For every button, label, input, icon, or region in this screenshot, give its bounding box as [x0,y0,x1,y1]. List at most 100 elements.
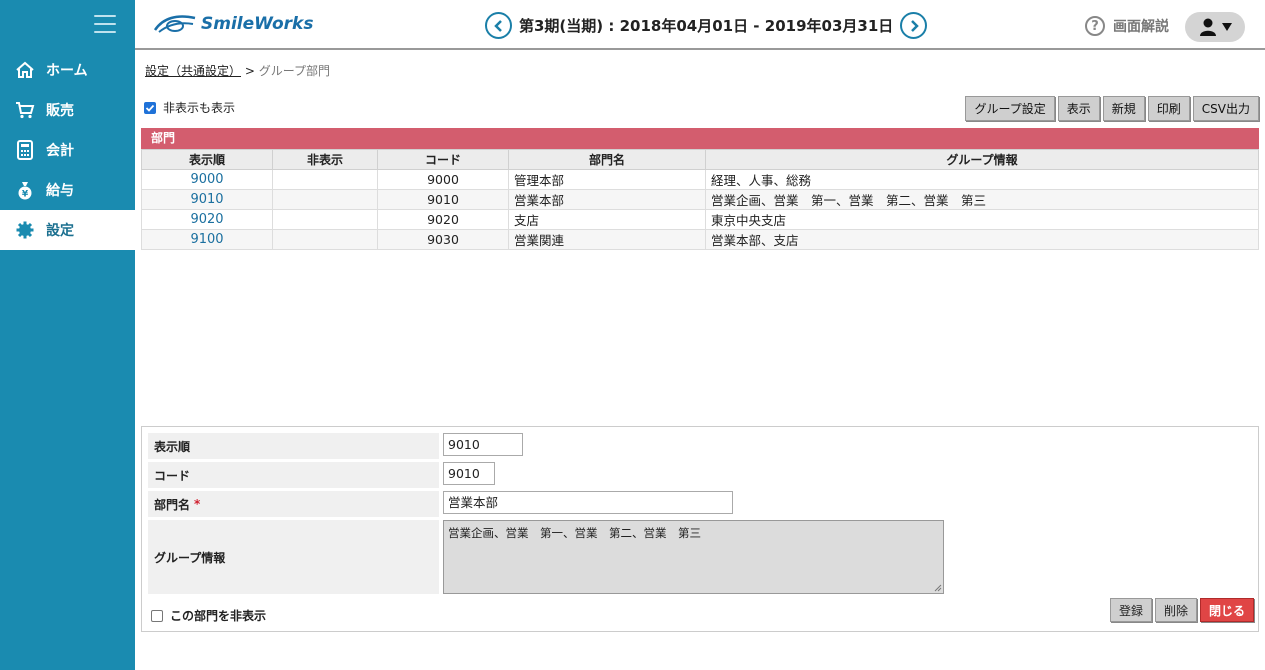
sidebar-item-label: ホーム [46,63,88,79]
sidebar-item-home[interactable]: ホーム [0,50,135,90]
sidebar-item-sales[interactable]: 販売 [0,90,135,130]
required-mark: * [194,497,201,511]
column-header-name[interactable]: 部門名 [508,149,706,170]
name-label: 部門名 [154,497,191,512]
show-hidden-toggle[interactable]: 非表示も表示 [144,99,235,116]
name-cell: 営業関連 [508,229,706,250]
section-title: 部門 [141,128,1259,149]
column-header-code[interactable]: コード [377,149,509,170]
period-label: 第3期(当期) : 2018年04月01日 - 2019年03月31日 [519,17,894,35]
new-button[interactable]: 新規 [1102,96,1145,121]
chevron-left-icon [493,19,502,32]
sidebar-item-accounting[interactable]: 会計 [0,130,135,170]
breadcrumb-parent-link[interactable]: 設定（共通設定） [145,64,241,78]
code-cell: 9020 [377,209,509,230]
logo-text: SmileWorks [201,14,314,34]
user-icon [1199,18,1216,36]
prev-period-button[interactable] [485,12,512,39]
hide-department-toggle[interactable]: この部門を非表示 [151,607,266,624]
order-link[interactable]: 9010 [141,189,273,210]
order-label: 表示順 [148,433,439,459]
period-selector: 第3期(当期) : 2018年04月01日 - 2019年03月31日 [485,12,928,39]
column-header-group[interactable]: グループ情報 [705,149,1259,170]
order-link[interactable]: 9000 [141,169,273,190]
sidebar-item-label: 給与 [46,183,74,199]
menu-icon[interactable] [94,15,116,35]
register-button[interactable]: 登録 [1109,598,1152,622]
name-input[interactable]: 営業本部 [443,491,733,514]
hidden-cell [272,189,378,210]
show-hidden-checkbox[interactable] [144,101,156,114]
help-label: 画面解説 [1113,19,1169,35]
delete-button[interactable]: 削除 [1154,598,1197,622]
group-cell: 東京中央支店 [705,209,1259,230]
name-cell: 管理本部 [508,169,706,190]
close-button[interactable]: 閉じる [1199,598,1254,622]
name-cell: 支店 [508,209,706,230]
sidebar-item-payroll[interactable]: ¥ 給与 [0,170,135,210]
order-link[interactable]: 9020 [141,209,273,230]
group-cell: 営業本部、支店 [705,229,1259,250]
sidebar-nav: ホーム 販売 会計 ¥ 給与 設定 [0,50,135,250]
order-input[interactable]: 9010 [443,433,523,456]
table-row[interactable]: 9010 9010 営業本部 営業企画、営業 第一、営業 第二、営業 第三 [141,189,1259,210]
question-icon: ? [1085,16,1105,36]
breadcrumb-current: グループ部門 [258,64,331,78]
table-row[interactable]: 9000 9000 管理本部 経理、人事、総務 [141,169,1259,190]
code-label: コード [148,462,439,488]
table-row[interactable]: 9020 9020 支店 東京中央支店 [141,209,1259,230]
table-header-row: 表示順 非表示 コード 部門名 グループ情報 [141,149,1259,170]
sidebar-item-label: 販売 [46,103,74,119]
code-cell: 9030 [377,229,509,250]
app-logo[interactable]: SmileWorks [153,12,313,36]
hide-department-checkbox[interactable] [151,609,163,622]
calculator-icon [14,139,36,161]
group-cell: 営業企画、営業 第一、営業 第二、営業 第三 [705,189,1259,210]
group-textarea[interactable]: 営業企画、営業 第一、営業 第二、営業 第三 [443,520,944,594]
hidden-cell [272,169,378,190]
show-hidden-label: 非表示も表示 [163,101,236,115]
caret-down-icon [1221,23,1232,31]
sidebar-item-settings[interactable]: 設定 [0,210,135,250]
sidebar-item-label: 会計 [46,143,74,159]
hidden-cell [272,229,378,250]
toolbar: グループ設定 表示 新規 印刷 CSV出力 [965,96,1259,121]
breadcrumb-separator: > [244,64,255,78]
next-period-button[interactable] [900,12,928,39]
code-cell: 9000 [377,169,509,190]
help-button[interactable]: ? 画面解説 [1085,16,1169,36]
name-cell: 営業本部 [508,189,706,210]
cart-icon [14,99,36,121]
sidebar: ホーム 販売 会計 ¥ 給与 設定 [0,0,135,670]
edit-form: 表示順 9010 コード 9010 部門名 * 営業本部 グループ情報 営業企画… [141,426,1259,632]
user-menu-button[interactable] [1185,12,1245,42]
table-row[interactable]: 9100 9030 営業関連 営業本部、支店 [141,229,1259,250]
order-link[interactable]: 9100 [141,229,273,250]
check-icon [145,104,155,112]
smileworks-logo-icon [153,15,196,33]
hide-department-label: この部門を非表示 [170,609,267,623]
group-cell: 経理、人事、総務 [705,169,1259,190]
name-label-row: 部門名 * [148,491,439,517]
header: SmileWorks 第3期(当期) : 2018年04月01日 - 2019年… [135,0,1265,50]
chevron-right-icon [910,19,919,32]
print-button[interactable]: 印刷 [1147,96,1190,121]
hidden-cell [272,209,378,230]
gear-icon [14,219,36,241]
resize-handle-icon [934,584,942,592]
group-settings-button[interactable]: グループ設定 [965,96,1055,121]
group-label: グループ情報 [148,520,439,594]
home-icon [14,59,36,81]
department-table: 表示順 非表示 コード 部門名 グループ情報 9000 9000 管理本部 経理… [141,149,1259,250]
svg-text:¥: ¥ [22,190,29,200]
form-buttons: 登録 削除 閉じる [1109,598,1254,622]
column-header-order[interactable]: 表示順 [141,149,273,170]
csv-export-button[interactable]: CSV出力 [1192,96,1259,121]
column-header-hidden[interactable]: 非表示 [272,149,378,170]
money-bag-icon: ¥ [14,179,36,201]
show-button[interactable]: 表示 [1057,96,1100,121]
breadcrumb: 設定（共通設定） > グループ部門 [145,62,330,79]
sidebar-item-label: 設定 [46,223,74,239]
code-input[interactable]: 9010 [443,462,495,485]
code-cell: 9010 [377,189,509,210]
